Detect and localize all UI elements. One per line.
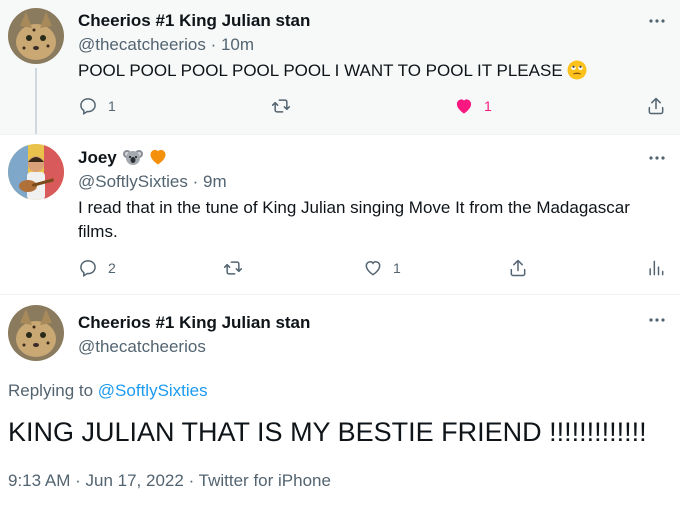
- tweet-time[interactable]: 9:13 AM: [8, 471, 70, 490]
- main-tweet: Cheerios #1 King Julian stan @thecatchee…: [0, 294, 680, 512]
- like-count: 1: [484, 98, 492, 114]
- more-options-icon[interactable]: [648, 149, 666, 167]
- heart-filled-icon: [456, 99, 472, 114]
- rolling-eyes-emoji: [567, 60, 587, 87]
- tweet-date[interactable]: Jun 17, 2022: [86, 471, 184, 490]
- display-name[interactable]: Cheerios #1 King Julian stan: [78, 11, 310, 31]
- separator: ·: [75, 471, 81, 490]
- koala-emoji: [123, 147, 144, 172]
- orange-heart-emoji: [148, 147, 168, 172]
- share-button[interactable]: [508, 258, 528, 278]
- tweet-meta: @thecatcheerios · 10m: [78, 35, 254, 55]
- tweet-footer: 9:13 AM · Jun 17, 2022 · Twitter for iPh…: [8, 471, 331, 491]
- share-icon: [510, 259, 526, 277]
- more-options-icon[interactable]: [648, 12, 666, 30]
- tweet-meta: @SoftlySixties · 9m: [78, 172, 227, 192]
- replying-to: Replying to @SoftlySixties: [8, 381, 208, 400]
- avatar[interactable]: [8, 8, 64, 64]
- handle[interactable]: @thecatcheerios: [78, 35, 206, 54]
- separator: ·: [192, 172, 199, 191]
- reply-button[interactable]: 1: [78, 96, 116, 116]
- analytics-button[interactable]: [646, 258, 666, 278]
- timestamp[interactable]: 10m: [221, 35, 254, 54]
- tweet-text: I read that in the tune of King Julian s…: [78, 198, 630, 241]
- handle[interactable]: @thecatcheerios: [78, 337, 206, 357]
- display-name[interactable]: Cheerios #1 King Julian stan: [78, 313, 310, 333]
- share-button[interactable]: [646, 96, 666, 116]
- analytics-icon: [649, 260, 664, 276]
- reply-count: 2: [108, 260, 116, 276]
- timestamp[interactable]: 9m: [203, 172, 227, 191]
- retweet-button[interactable]: [271, 96, 301, 116]
- separator: ·: [188, 471, 195, 490]
- tweet-1[interactable]: Cheerios #1 King Julian stan @thecatchee…: [0, 0, 680, 134]
- tweet-2[interactable]: Joey @SoftlySixties · 9m I read that in …: [0, 134, 680, 294]
- heart-outline-icon: [365, 260, 381, 276]
- retweet-icon: [271, 99, 291, 113]
- more-options-icon[interactable]: [648, 311, 666, 329]
- reply-icon: [80, 260, 96, 278]
- retweet-icon: [223, 261, 243, 275]
- retweet-button[interactable]: [223, 258, 253, 278]
- reply-icon: [80, 98, 96, 116]
- avatar[interactable]: [8, 305, 64, 361]
- like-count: 1: [393, 260, 401, 276]
- reply-button[interactable]: 2: [78, 258, 116, 278]
- share-icon: [648, 97, 664, 115]
- reply-count: 1: [108, 98, 116, 114]
- thread-line: [35, 68, 37, 134]
- replying-to-handle[interactable]: @SoftlySixties: [98, 381, 208, 400]
- handle[interactable]: @SoftlySixties: [78, 172, 188, 191]
- tweet-text: KING JULIAN THAT IS MY BESTIE FRIEND !!!…: [8, 417, 647, 447]
- separator: ·: [210, 35, 217, 54]
- tweet-text: POOL POOL POOL POOL POOL I WANT TO POOL …: [78, 59, 663, 87]
- like-button[interactable]: 1: [454, 96, 492, 116]
- like-button[interactable]: 1: [363, 258, 401, 278]
- tweet-source[interactable]: Twitter for iPhone: [199, 471, 331, 490]
- avatar[interactable]: [8, 144, 64, 200]
- display-name[interactable]: Joey: [78, 147, 168, 172]
